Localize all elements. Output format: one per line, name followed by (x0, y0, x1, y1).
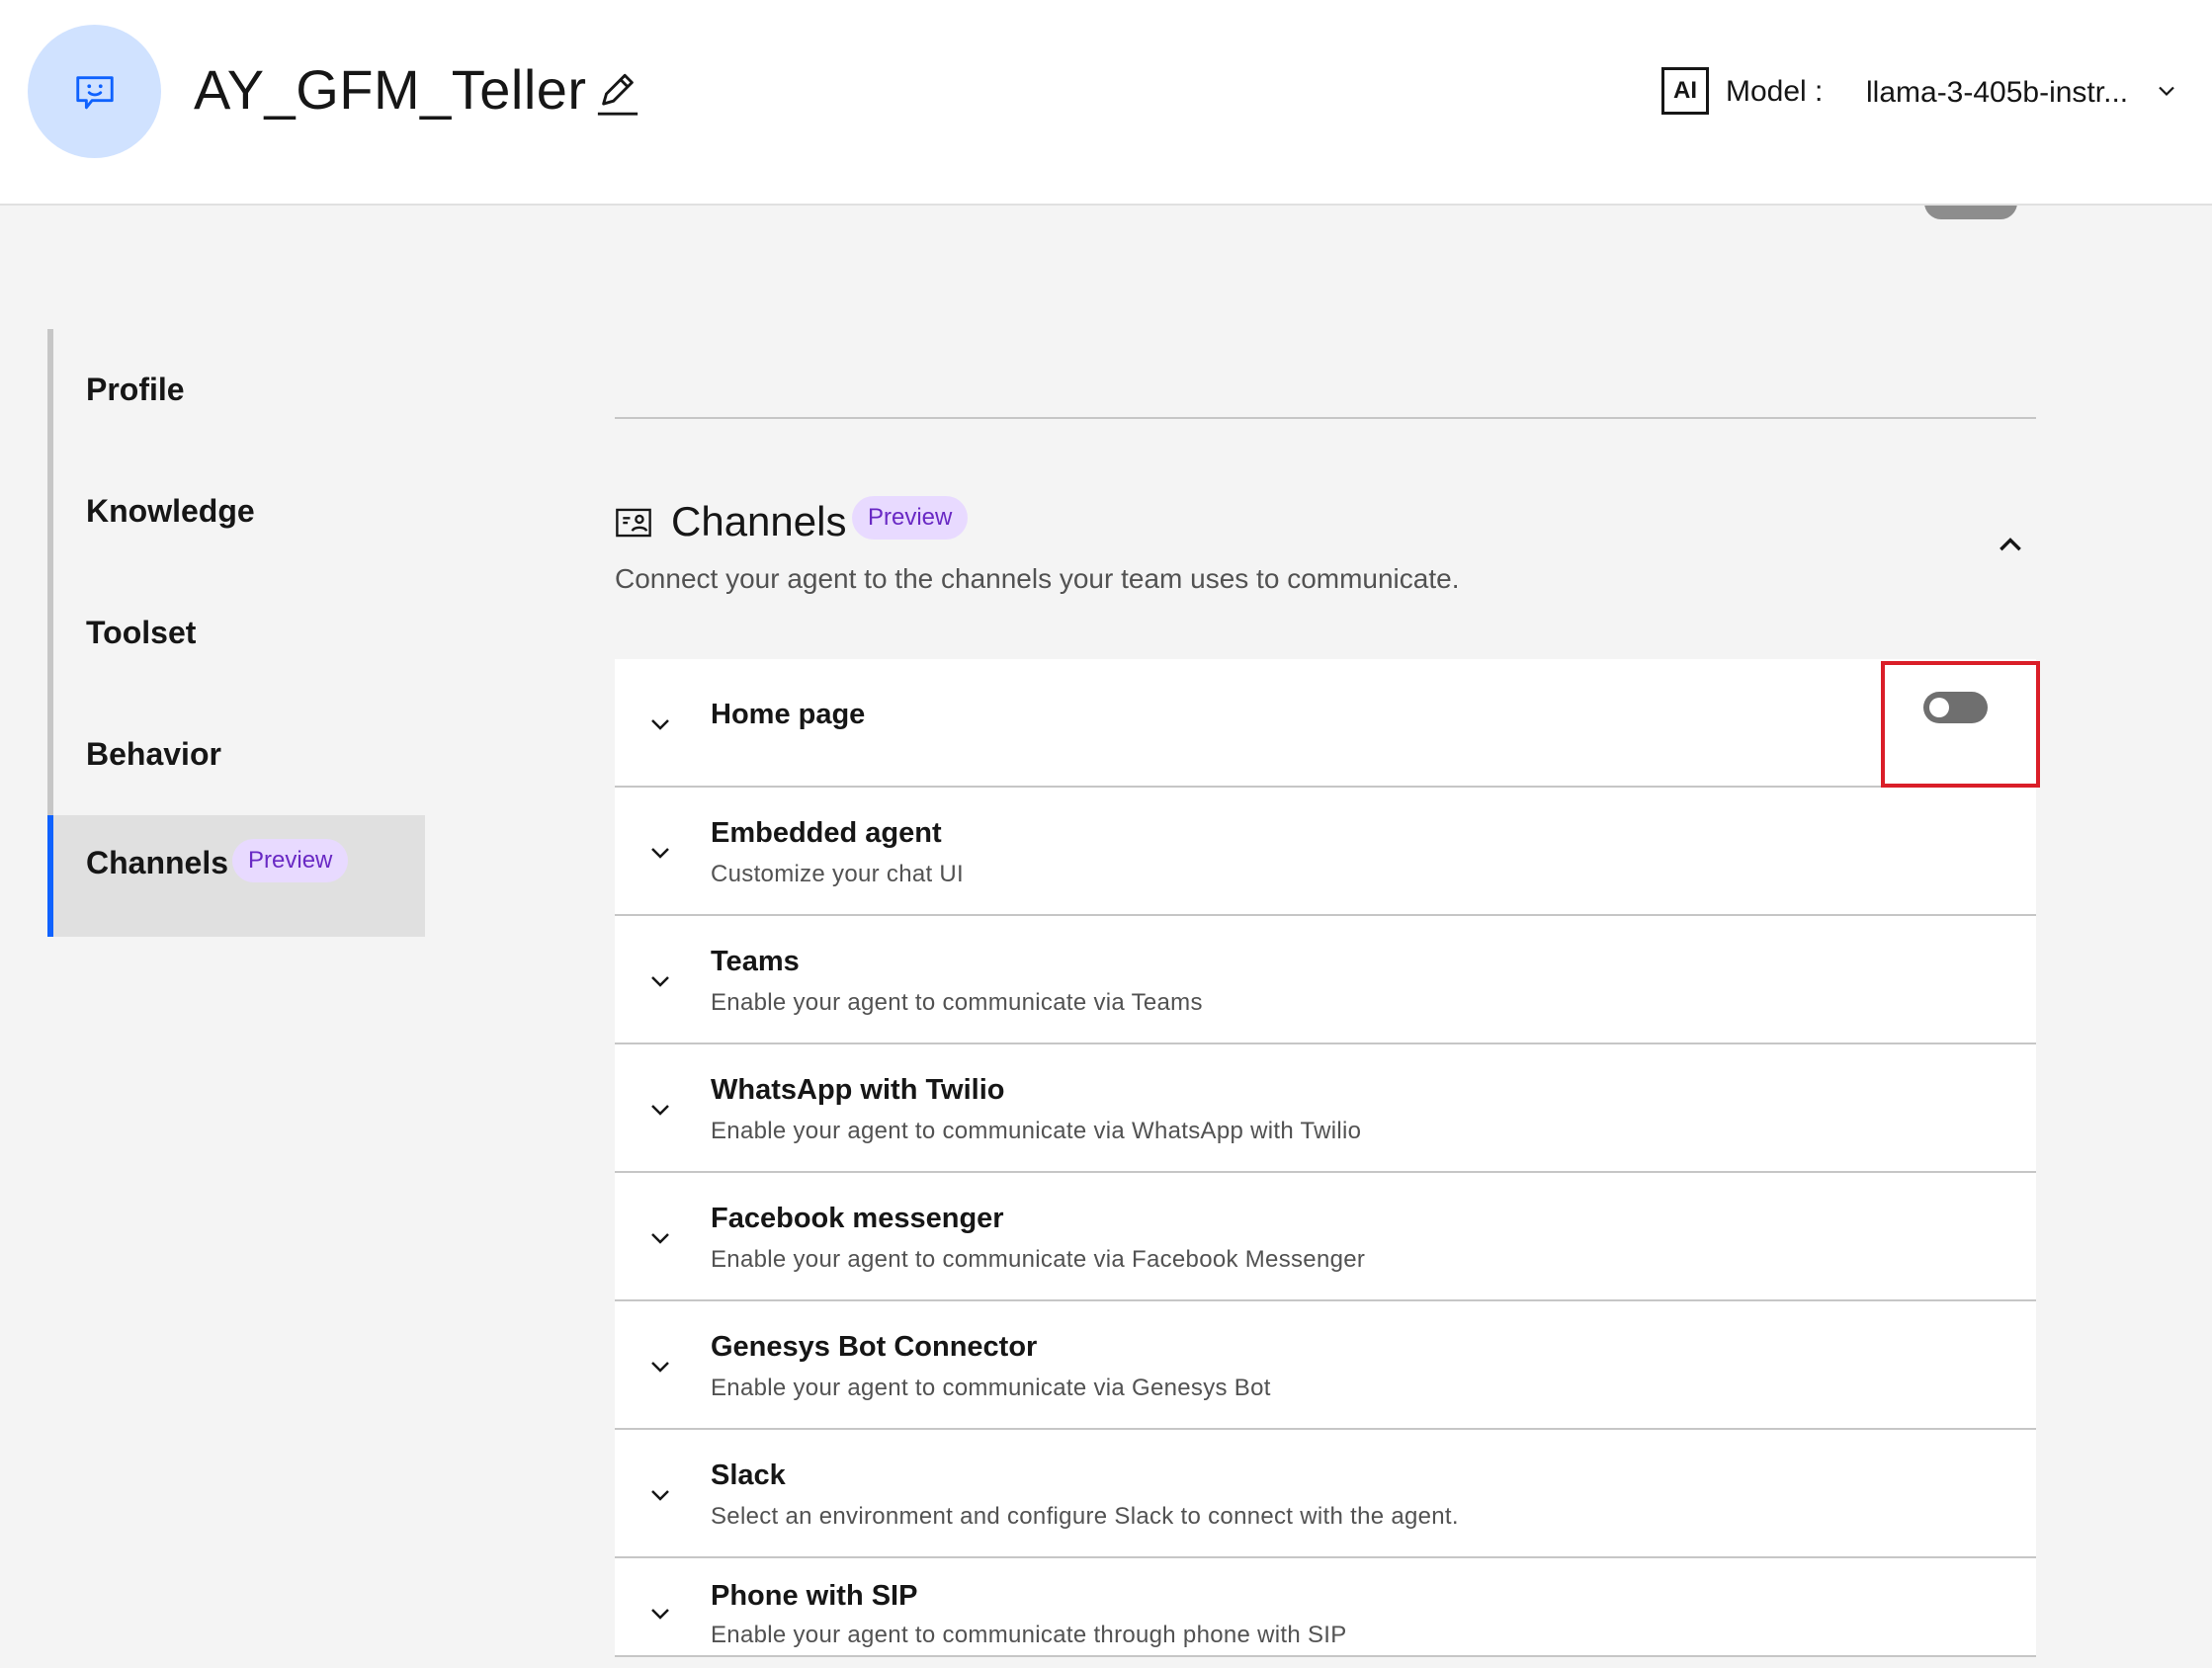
section-divider (615, 417, 2036, 419)
nav-item-behavior[interactable]: Behavior (53, 694, 425, 815)
channel-title: Slack (711, 1460, 786, 1491)
chevron-up-icon[interactable] (1989, 524, 2032, 567)
model-dropdown[interactable]: llama-3-405b-instr... (1866, 71, 2192, 115)
nav-item-label: Knowledge (86, 493, 255, 529)
channel-row-genesys[interactable]: Genesys Bot Connector Enable your agent … (615, 1301, 2036, 1430)
nav-item-label: Toolset (86, 615, 197, 650)
agent-avatar (28, 25, 161, 158)
channel-subtitle: Select an environment and configure Slac… (711, 1503, 1459, 1530)
preview-badge: Preview (852, 496, 969, 540)
channel-row-embedded-agent[interactable]: Embedded agent Customize your chat UI (615, 788, 2036, 916)
channel-row-phone-sip[interactable]: Phone with SIP Enable your agent to comm… (615, 1558, 2036, 1657)
chevron-down-icon[interactable] (644, 1479, 676, 1511)
nav-item-knowledge[interactable]: Knowledge (53, 451, 425, 572)
agent-name: AY_GFM_Teller (194, 58, 587, 121)
channel-subtitle: Customize your chat UI (711, 861, 965, 887)
channel-subtitle: Enable your agent to communicate via Gen… (711, 1375, 1271, 1401)
model-value: llama-3-405b-instr... (1866, 76, 2129, 109)
chevron-down-icon[interactable] (644, 709, 676, 740)
channel-row-facebook[interactable]: Facebook messenger Enable your agent to … (615, 1173, 2036, 1301)
channel-row-home-page[interactable]: Home page (615, 659, 2036, 788)
chat-bot-icon (75, 75, 114, 109)
side-navigation: Profile Knowledge Toolset Behavior Chann… (47, 329, 425, 937)
chevron-down-icon[interactable] (644, 1351, 676, 1382)
channel-title: Genesys Bot Connector (711, 1331, 1038, 1363)
chevron-down-icon (2159, 86, 2174, 97)
ai-badge: AI (1661, 67, 1709, 115)
channel-subtitle: Enable your agent to communicate via Fac… (711, 1246, 1366, 1273)
channels-title: Channels (671, 498, 847, 544)
chevron-down-icon[interactable] (644, 1222, 676, 1254)
nav-item-label: Channels (86, 845, 229, 880)
chevron-down-icon[interactable] (644, 1598, 676, 1629)
chevron-down-icon[interactable] (644, 1094, 676, 1126)
channel-title: Embedded agent (711, 817, 942, 849)
channel-subtitle: Enable your agent to communicate via Tea… (711, 989, 1203, 1016)
channel-row-teams[interactable]: Teams Enable your agent to communicate v… (615, 916, 2036, 1044)
model-label: Model : (1726, 75, 1824, 108)
chevron-down-icon[interactable] (644, 837, 676, 869)
channel-subtitle: Enable your agent to communicate through… (711, 1622, 1347, 1648)
channel-list: Home page Embedded agent Customize your … (615, 659, 2036, 1657)
channel-subtitle: Enable your agent to communicate via Wha… (711, 1118, 1362, 1144)
channel-title: Phone with SIP (711, 1580, 918, 1612)
nav-item-label: Profile (86, 372, 185, 407)
nav-item-toolset[interactable]: Toolset (53, 572, 425, 694)
agent-header: AY_GFM_Teller AI Model : llama-3-405b-in… (0, 0, 2212, 206)
channel-row-slack[interactable]: Slack Select an environment and configur… (615, 1430, 2036, 1558)
nav-item-label: Behavior (86, 736, 221, 772)
channels-icon (616, 508, 651, 538)
channel-title: WhatsApp with Twilio (711, 1074, 1005, 1106)
nav-item-channels[interactable]: Channels Preview (47, 815, 425, 937)
nav-item-profile[interactable]: Profile (53, 329, 425, 451)
channel-title: Facebook messenger (711, 1203, 1004, 1234)
channel-row-whatsapp[interactable]: WhatsApp with Twilio Enable your agent t… (615, 1044, 2036, 1173)
chevron-down-icon[interactable] (644, 965, 676, 997)
channel-title: Home page (711, 699, 866, 730)
edit-icon[interactable] (595, 69, 640, 119)
highlight-annotation (1881, 661, 2040, 788)
channels-section-header: Channels Preview Connect your agent to t… (615, 494, 2036, 603)
channel-title: Teams (711, 946, 800, 977)
channels-description: Connect your agent to the channels your … (615, 563, 1460, 594)
preview-badge: Preview (232, 839, 349, 882)
